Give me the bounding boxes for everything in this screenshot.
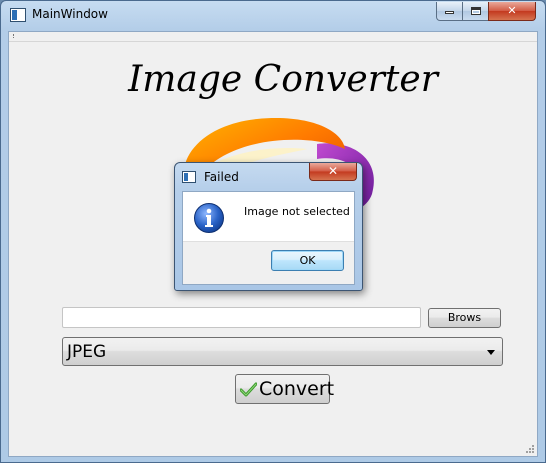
- convert-button[interactable]: Convert: [235, 374, 334, 404]
- information-icon: [194, 203, 224, 233]
- minimize-button[interactable]: [436, 2, 463, 21]
- title-bar[interactable]: MainWindow ✕: [1, 1, 545, 30]
- failed-dialog: Failed ✕ Image not selected OK: [174, 162, 363, 291]
- format-selected-value: JPEG: [67, 342, 107, 362]
- dialog-message: Image not selected: [244, 205, 350, 218]
- maximize-icon: [470, 7, 481, 15]
- dialog-message-area: Image not selected: [183, 192, 354, 242]
- maximize-button[interactable]: [462, 2, 489, 21]
- dialog-window-icon: [182, 171, 196, 183]
- toolbar-handle[interactable]: [13, 34, 15, 38]
- window-title: MainWindow: [32, 7, 108, 21]
- convert-label: Convert: [259, 378, 335, 400]
- app-window-icon: [10, 8, 26, 22]
- dialog-title: Failed: [204, 170, 239, 184]
- browse-button[interactable]: Brows: [428, 308, 501, 328]
- toolbar: [9, 32, 537, 42]
- close-button[interactable]: ✕: [488, 2, 536, 21]
- chevron-down-icon: [487, 350, 495, 355]
- format-select[interactable]: JPEG: [62, 337, 503, 366]
- dialog-close-button[interactable]: ✕: [309, 163, 357, 181]
- file-path-input[interactable]: [62, 307, 421, 328]
- close-icon: ✕: [507, 4, 517, 17]
- checkmark-icon: [240, 382, 257, 397]
- close-icon: ✕: [327, 164, 339, 178]
- ok-button[interactable]: OK: [271, 250, 344, 271]
- page-title: Image Converter: [128, 59, 438, 100]
- minimize-icon: [445, 11, 454, 14]
- dialog-body: Image not selected OK: [182, 191, 355, 285]
- resize-grip-icon[interactable]: [525, 444, 535, 454]
